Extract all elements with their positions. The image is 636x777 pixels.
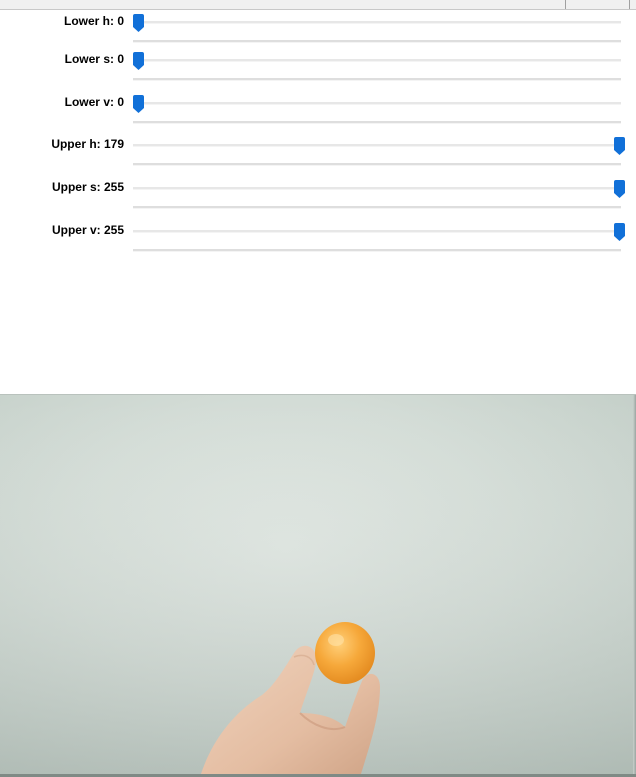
trackbar-label: Lower h: 0 (63, 14, 124, 28)
trackbar-label: Lower s: 0 (64, 52, 124, 66)
trackbar-track[interactable] (133, 21, 621, 24)
trackbar-groove (133, 40, 621, 43)
trackbar-thumb[interactable] (614, 180, 625, 198)
trackbar-track[interactable] (133, 187, 621, 190)
trackbar-lower-h: Lower h: 0 (0, 12, 636, 52)
trackbar-groove (133, 206, 621, 209)
trackbar-panel: Lower h: 0 Lower s: 0 Lower v: 0 Upper h… (0, 10, 636, 394)
trackbar-groove (133, 78, 621, 81)
trackbar-thumb[interactable] (133, 52, 144, 70)
window-top-strip (0, 0, 636, 10)
titlebar-separator (565, 0, 566, 9)
trackbar-track[interactable] (133, 102, 621, 105)
trackbar-upper-s: Upper s: 255 (0, 178, 636, 218)
trackbar-label: Upper v: 255 (51, 223, 124, 237)
trackbar-lower-v: Lower v: 0 (0, 93, 636, 133)
trackbar-thumb[interactable] (614, 137, 625, 155)
trackbar-track[interactable] (133, 59, 621, 62)
orange-ball (315, 622, 375, 684)
trackbar-track[interactable] (133, 230, 621, 233)
trackbar-upper-h: Upper h: 179 (0, 135, 636, 175)
trackbar-label: Lower v: 0 (64, 95, 124, 109)
ball-highlight (328, 634, 344, 646)
camera-frame (0, 395, 636, 777)
trackbar-thumb[interactable] (133, 95, 144, 113)
camera-view (0, 394, 636, 777)
trackbar-track[interactable] (133, 144, 621, 147)
trackbar-thumb[interactable] (133, 14, 144, 32)
trackbar-groove (133, 121, 621, 124)
trackbar-groove (133, 163, 621, 166)
trackbar-groove (133, 249, 621, 252)
trackbar-thumb[interactable] (614, 223, 625, 241)
trackbar-label: Upper s: 255 (51, 180, 124, 194)
trackbar-upper-v: Upper v: 255 (0, 221, 636, 261)
trackbar-lower-s: Lower s: 0 (0, 50, 636, 90)
titlebar-separator (629, 0, 630, 9)
trackbar-label: Upper h: 179 (51, 137, 124, 151)
